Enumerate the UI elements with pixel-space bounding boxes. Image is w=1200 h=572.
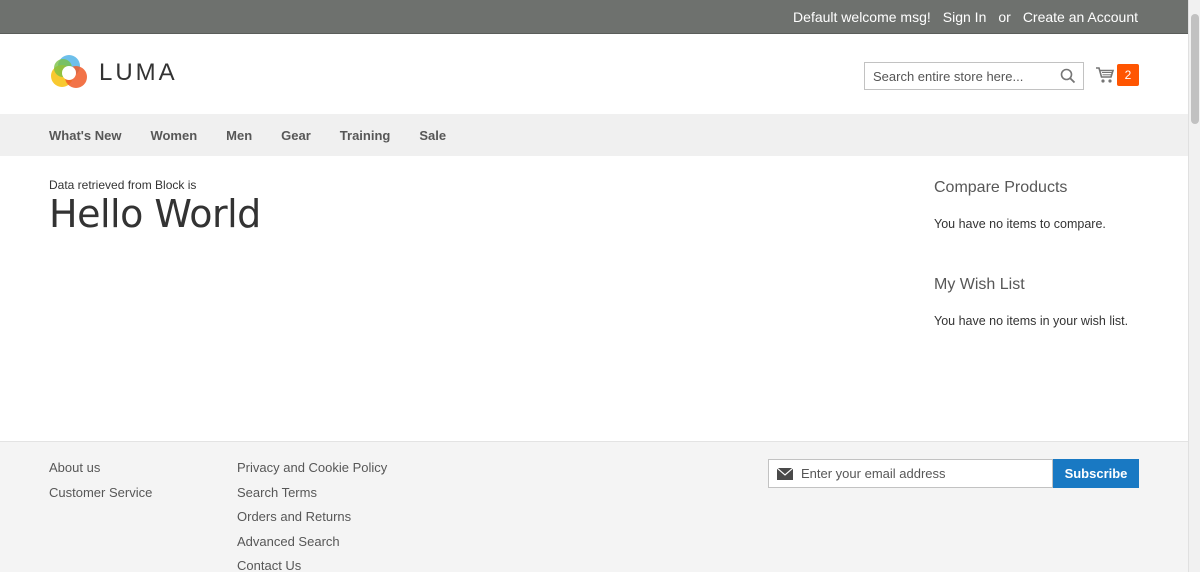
subscribe-button[interactable]: Subscribe bbox=[1053, 459, 1139, 488]
main-navigation: What's New Women Men Gear Training Sale bbox=[0, 114, 1188, 156]
footer-link-customer-service[interactable]: Customer Service bbox=[49, 485, 152, 502]
search-input[interactable] bbox=[865, 63, 1050, 89]
minicart[interactable]: 2 bbox=[1095, 64, 1139, 86]
nav-item-women[interactable]: Women bbox=[150, 128, 197, 143]
footer-link-orders-returns[interactable]: Orders and Returns bbox=[237, 509, 387, 526]
logo-text: LUMA bbox=[99, 59, 178, 86]
luma-logo-icon bbox=[51, 55, 87, 88]
footer-link-contact-us[interactable]: Contact Us bbox=[237, 558, 387, 572]
search-icon[interactable] bbox=[1060, 68, 1076, 84]
nav-item-training[interactable]: Training bbox=[340, 128, 391, 143]
footer-links-col-2: Privacy and Cookie Policy Search Terms O… bbox=[237, 460, 387, 572]
nav-item-sale[interactable]: Sale bbox=[419, 128, 446, 143]
nav-item-whats-new[interactable]: What's New bbox=[49, 128, 121, 143]
main-content: Data retrieved from Block is Hello World bbox=[49, 178, 261, 236]
page-scrollbar[interactable] bbox=[1188, 0, 1200, 572]
footer-link-privacy[interactable]: Privacy and Cookie Policy bbox=[237, 460, 387, 477]
page-header: LUMA 2 bbox=[0, 34, 1188, 114]
welcome-message: Default welcome msg! bbox=[793, 9, 931, 25]
compare-products-empty: You have no items to compare. bbox=[934, 217, 1106, 231]
cart-icon bbox=[1096, 67, 1115, 83]
wishlist-block: My Wish List You have no items in your w… bbox=[934, 276, 1174, 328]
envelope-icon bbox=[777, 467, 793, 480]
nav-item-gear[interactable]: Gear bbox=[281, 128, 311, 143]
or-separator: or bbox=[998, 9, 1011, 25]
sidebar: Compare Products You have no items to co… bbox=[934, 179, 1174, 328]
page-footer: About us Customer Service Privacy and Co… bbox=[0, 441, 1188, 572]
compare-products-title: Compare Products bbox=[934, 179, 1068, 196]
compare-products-block: Compare Products You have no items to co… bbox=[934, 179, 1174, 231]
scrollbar-thumb[interactable] bbox=[1191, 14, 1199, 124]
create-account-link[interactable]: Create an Account bbox=[1023, 9, 1138, 25]
footer-links-col-1: About us Customer Service bbox=[49, 460, 152, 501]
email-field-wrapper bbox=[768, 459, 1053, 488]
newsletter-form: Subscribe bbox=[768, 459, 1139, 488]
top-panel: Default welcome msg! Sign In or Create a… bbox=[0, 0, 1188, 34]
footer-link-advanced-search[interactable]: Advanced Search bbox=[237, 534, 387, 551]
newsletter-email-input[interactable] bbox=[801, 460, 1041, 487]
footer-link-search-terms[interactable]: Search Terms bbox=[237, 485, 387, 502]
cart-count-badge: 2 bbox=[1117, 64, 1139, 86]
search-box bbox=[864, 62, 1084, 90]
sign-in-link[interactable]: Sign In bbox=[943, 9, 987, 25]
wishlist-empty: You have no items in your wish list. bbox=[934, 314, 1129, 328]
header-links: Default welcome msg! Sign In or Create a… bbox=[793, 0, 1138, 34]
block-title: Hello World bbox=[49, 192, 261, 236]
block-label: Data retrieved from Block is bbox=[49, 178, 197, 192]
luma-logo[interactable]: LUMA bbox=[49, 53, 178, 93]
footer-link-about-us[interactable]: About us bbox=[49, 460, 152, 477]
wishlist-title: My Wish List bbox=[934, 276, 1025, 293]
nav-item-men[interactable]: Men bbox=[226, 128, 252, 143]
